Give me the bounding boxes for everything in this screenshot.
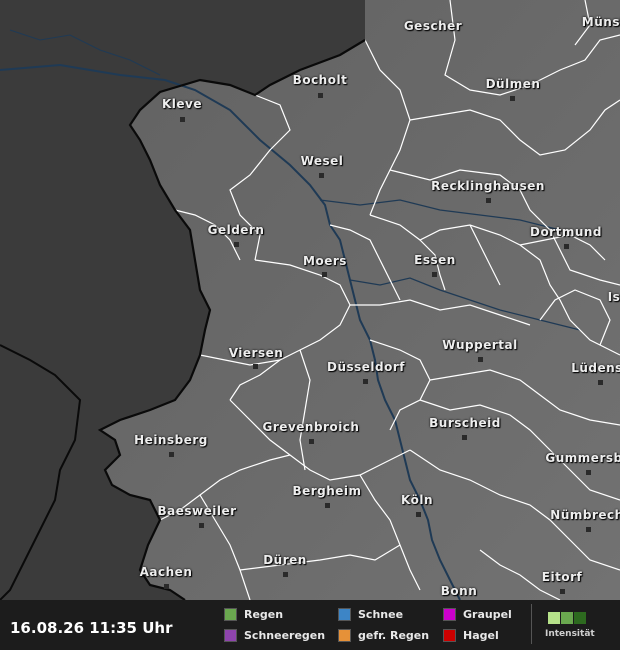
- city-label: Eitorf: [541, 570, 583, 584]
- city-dot: [180, 117, 185, 122]
- city-label: Burscheid: [429, 416, 501, 430]
- city-label: Nümbrech: [550, 508, 620, 522]
- gefr-regen-swatch: [338, 628, 351, 642]
- city-dot: [283, 572, 288, 577]
- city-label: Dortmund: [529, 225, 603, 239]
- city-dot: [253, 364, 258, 369]
- city-label: Bocholt: [292, 73, 348, 87]
- city-dot: [564, 244, 569, 249]
- regen-swatch: [224, 607, 237, 621]
- hagel-swatch: [443, 628, 456, 642]
- city-label: Bonn: [440, 584, 478, 598]
- intensity-swatch-mid: [561, 612, 573, 624]
- legend-label: Regen: [244, 607, 284, 621]
- legend-item-graupel: Graupel: [443, 607, 512, 621]
- city-dot: [234, 242, 239, 247]
- city-label: Heinsberg: [134, 433, 208, 447]
- legend-label: Schneeregen: [244, 628, 326, 642]
- city-label: Köln: [401, 493, 433, 507]
- city-label: Düren: [263, 553, 307, 567]
- city-label: Düsseldorf: [326, 360, 406, 374]
- schnee-swatch: [338, 607, 351, 621]
- legend-label: gefr. Regen: [358, 628, 430, 642]
- intensity-label: Intensität: [545, 629, 595, 639]
- city-label: Wuppertal: [442, 338, 518, 352]
- timestamp: 16.08.26 11:35 Uhr: [10, 619, 173, 637]
- city-label: Moers: [303, 254, 347, 268]
- legend-item-schneeregen: Schneeregen: [224, 628, 325, 642]
- city-dot: [169, 452, 174, 457]
- city-dot: [363, 379, 368, 384]
- legend-item-gefr-regen: gefr. Regen: [338, 628, 429, 642]
- city-label: Kleve: [161, 97, 203, 111]
- city-dot: [164, 584, 169, 589]
- city-dot: [486, 198, 491, 203]
- city-dot: [319, 173, 324, 178]
- legend-label: Schnee: [358, 607, 404, 621]
- city-dot: [309, 439, 314, 444]
- city-label: Viersen: [228, 346, 284, 360]
- legend-divider: [531, 604, 532, 644]
- legend-item-hagel: Hagel: [443, 628, 499, 642]
- city-label: Geldern: [207, 223, 265, 237]
- city-dot: [199, 523, 204, 528]
- city-label: Is: [607, 290, 620, 304]
- city-label: Essen: [414, 253, 456, 267]
- intensity-swatch-low: [548, 612, 560, 624]
- city-label: Dülmen: [485, 77, 541, 91]
- city-dot: [598, 380, 603, 385]
- city-label: Grevenbroich: [262, 420, 360, 434]
- city-label: Gescher: [403, 19, 463, 33]
- schneeregen-swatch: [224, 628, 237, 642]
- city-label: Gummersb: [545, 451, 620, 465]
- city-label: Bergheim: [292, 484, 362, 498]
- city-label: Wesel: [300, 154, 344, 168]
- city-label: Aachen: [139, 565, 193, 579]
- city-label: Münst: [581, 15, 620, 29]
- city-dot: [432, 272, 437, 277]
- city-dot: [325, 503, 330, 508]
- city-dot: [322, 272, 327, 277]
- legend-label: Hagel: [463, 628, 499, 642]
- city-dot: [560, 589, 565, 594]
- legend-item-regen: Regen: [224, 607, 283, 621]
- city-dot: [510, 96, 515, 101]
- legend-item-schnee: Schnee: [338, 607, 403, 621]
- city-dot: [318, 93, 323, 98]
- city-dot: [478, 357, 483, 362]
- city-dot: [416, 512, 421, 517]
- intensity-swatch-high: [574, 612, 586, 624]
- city-label: Lüdens: [571, 361, 620, 375]
- city-label: Baesweiler: [157, 504, 237, 518]
- legend-label: Graupel: [463, 607, 512, 621]
- city-label: Recklinghausen: [431, 179, 545, 193]
- city-dot: [586, 527, 591, 532]
- city-dot: [586, 470, 591, 475]
- graupel-swatch: [443, 607, 456, 621]
- city-dot: [462, 435, 467, 440]
